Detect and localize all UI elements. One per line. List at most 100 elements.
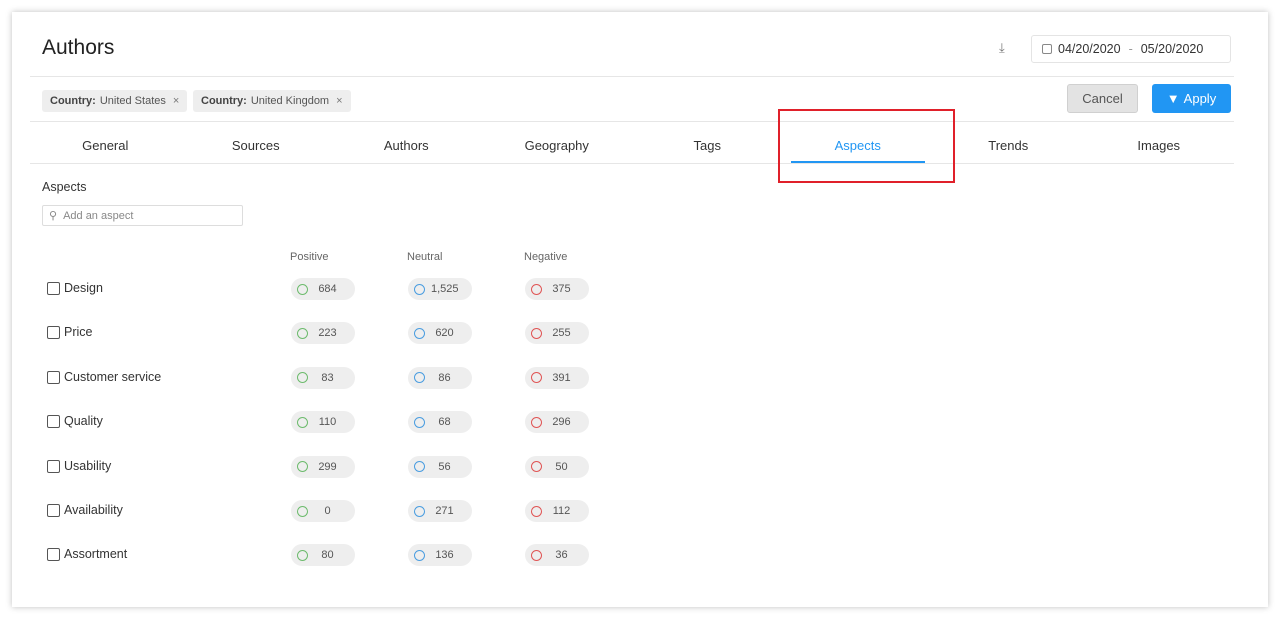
neutral-count: 620 — [431, 327, 472, 339]
neutral-count: 136 — [431, 549, 472, 561]
tab-trends[interactable]: Trends — [933, 133, 1084, 164]
aspect-row: Customer service8386391 — [47, 367, 607, 389]
aspect-checkbox[interactable] — [47, 282, 60, 295]
neutral-count: 86 — [431, 372, 472, 384]
positive-face-icon — [297, 461, 308, 472]
neutral-face-icon — [414, 372, 425, 383]
positive-count: 684 — [314, 283, 355, 295]
negative-count-pill[interactable]: 36 — [525, 544, 589, 566]
neutral-count: 271 — [431, 505, 472, 517]
negative-count: 255 — [548, 327, 589, 339]
positive-face-icon — [297, 506, 308, 517]
date-range-picker[interactable]: 04/20/2020 - 05/20/2020 — [1031, 35, 1231, 63]
date-to: 05/20/2020 — [1141, 42, 1204, 56]
negative-count: 375 — [548, 283, 589, 295]
positive-count-pill[interactable]: 0 — [291, 500, 355, 522]
negative-count: 36 — [548, 549, 589, 561]
positive-count: 223 — [314, 327, 355, 339]
positive-count-pill[interactable]: 299 — [291, 456, 355, 478]
aspect-row: Design 684 1,525 375 — [47, 278, 607, 300]
aspect-checkbox[interactable] — [47, 548, 60, 561]
column-header-negative: Negative — [524, 251, 567, 263]
tab-general[interactable]: General — [30, 133, 181, 164]
close-icon[interactable]: × — [336, 95, 342, 107]
aspect-checkbox[interactable] — [47, 371, 60, 384]
neutral-count-pill[interactable]: 56 — [408, 456, 472, 478]
aspect-row: Availability 0 271 112 — [47, 500, 607, 522]
negative-count-pill[interactable]: 255 — [525, 322, 589, 344]
divider — [30, 76, 1234, 77]
positive-count-pill[interactable]: 83 — [291, 367, 355, 389]
positive-face-icon — [297, 550, 308, 561]
neutral-count-pill[interactable]: 68 — [408, 411, 472, 433]
highlight-box — [778, 109, 955, 183]
chip-key: Country: — [50, 95, 96, 107]
download-icon[interactable]: ⤓ — [999, 40, 1013, 56]
neutral-count-pill[interactable]: 271 — [408, 500, 472, 522]
aspect-search-input[interactable]: ⚲ Add an aspect — [42, 205, 243, 226]
neutral-face-icon — [414, 417, 425, 428]
neutral-face-icon — [414, 284, 425, 295]
date-from: 04/20/2020 — [1058, 42, 1121, 56]
aspect-checkbox[interactable] — [47, 504, 60, 517]
apply-label: Apply — [1184, 91, 1217, 106]
page-title: Authors — [42, 36, 114, 60]
aspect-name: Assortment — [64, 547, 127, 561]
negative-face-icon — [531, 417, 542, 428]
positive-face-icon — [297, 284, 308, 295]
main-card: Authors ⤓ 04/20/2020 - 05/20/2020 Countr… — [12, 12, 1268, 607]
positive-count-pill[interactable]: 684 — [291, 278, 355, 300]
positive-count: 80 — [314, 549, 355, 561]
positive-count: 83 — [314, 372, 355, 384]
column-header-neutral: Neutral — [407, 251, 442, 263]
positive-count: 299 — [314, 461, 355, 473]
negative-count-pill[interactable]: 112 — [525, 500, 589, 522]
aspect-name: Usability — [64, 459, 111, 473]
search-icon: ⚲ — [49, 209, 57, 222]
neutral-count: 56 — [431, 461, 472, 473]
apply-button[interactable]: ▼Apply — [1152, 84, 1231, 113]
neutral-face-icon — [414, 550, 425, 561]
section-title: Aspects — [42, 180, 86, 194]
neutral-count-pill[interactable]: 1,525 — [408, 278, 472, 300]
negative-face-icon — [531, 328, 542, 339]
aspect-name: Availability — [64, 503, 123, 517]
cancel-button[interactable]: Cancel — [1067, 84, 1138, 113]
negative-face-icon — [531, 372, 542, 383]
negative-count-pill[interactable]: 50 — [525, 456, 589, 478]
negative-count-pill[interactable]: 391 — [525, 367, 589, 389]
positive-count-pill[interactable]: 110 — [291, 411, 355, 433]
neutral-count-pill[interactable]: 86 — [408, 367, 472, 389]
close-icon[interactable]: × — [173, 95, 179, 107]
aspect-checkbox[interactable] — [47, 460, 60, 473]
aspect-row: Usability 299 56 50 — [47, 456, 607, 478]
aspect-name: Price — [64, 325, 92, 339]
chip-value: United States — [100, 95, 166, 107]
tab-tags[interactable]: Tags — [632, 133, 783, 164]
tab-authors[interactable]: Authors — [331, 133, 482, 164]
aspect-checkbox[interactable] — [47, 326, 60, 339]
tab-geography[interactable]: Geography — [482, 133, 633, 164]
positive-face-icon — [297, 417, 308, 428]
positive-count-pill[interactable]: 223 — [291, 322, 355, 344]
aspect-name: Design — [64, 281, 103, 295]
positive-count: 110 — [314, 416, 355, 428]
tab-images[interactable]: Images — [1084, 133, 1235, 164]
chip-key: Country: — [201, 95, 247, 107]
filter-chip: Country:United Kingdom× — [193, 90, 351, 112]
negative-count: 112 — [548, 505, 589, 517]
negative-count-pill[interactable]: 375 — [525, 278, 589, 300]
negative-count-pill[interactable]: 296 — [525, 411, 589, 433]
neutral-count-pill[interactable]: 136 — [408, 544, 472, 566]
neutral-count-pill[interactable]: 620 — [408, 322, 472, 344]
neutral-face-icon — [414, 461, 425, 472]
positive-count-pill[interactable]: 80 — [291, 544, 355, 566]
positive-count: 0 — [314, 505, 355, 517]
negative-face-icon — [531, 506, 542, 517]
negative-face-icon — [531, 284, 542, 295]
aspect-checkbox[interactable] — [47, 415, 60, 428]
calendar-icon — [1042, 44, 1052, 54]
negative-face-icon — [531, 550, 542, 561]
column-header-positive: Positive — [290, 251, 329, 263]
tab-sources[interactable]: Sources — [181, 133, 332, 164]
